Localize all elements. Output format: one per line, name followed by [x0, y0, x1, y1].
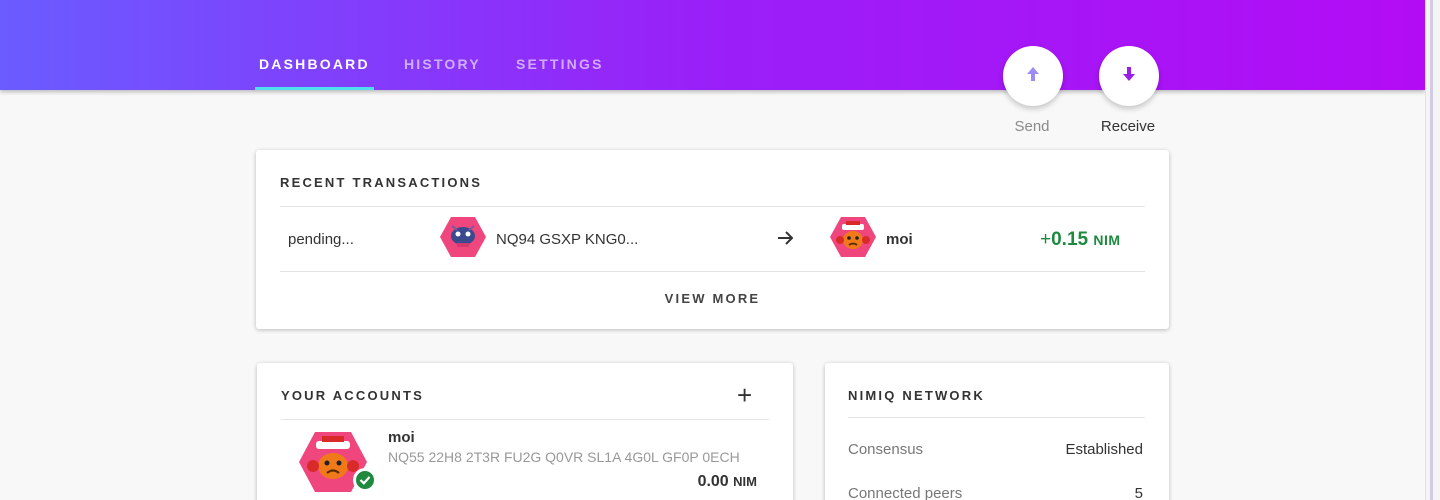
connected-peers-value: 5 — [1134, 485, 1143, 500]
amount-sign: + — [1040, 229, 1052, 250]
arrow-right-icon — [776, 228, 796, 253]
active-tab-indicator — [255, 87, 374, 90]
connected-peers-label: Connected peers — [848, 485, 963, 500]
recent-transactions-title: RECENT TRANSACTIONS — [280, 175, 483, 190]
tab-settings[interactable]: SETTINGS — [516, 56, 604, 72]
transaction-status: pending... — [288, 231, 354, 248]
account-balance: 0.00 NIM — [698, 473, 757, 491]
balance-value: 0.00 — [697, 473, 729, 490]
divider — [281, 419, 769, 420]
app-header — [0, 0, 1425, 90]
nimiq-network-card: NIMIQ NETWORK Consensus Established Conn… — [825, 363, 1169, 500]
sender-identicon — [440, 216, 486, 263]
verified-check-icon — [352, 467, 378, 498]
consensus-label: Consensus — [848, 441, 924, 458]
add-account-button[interactable]: + — [737, 382, 752, 408]
arrow-up-icon — [1025, 66, 1041, 87]
your-accounts-title: YOUR ACCOUNTS — [281, 388, 424, 403]
recent-transactions-card: RECENT TRANSACTIONS pending... NQ94 GSXP… — [256, 150, 1169, 329]
amount-unit: NIM — [1093, 232, 1121, 248]
account-address: NQ55 22H8 2T3R FU2G Q0VR SL1A 4G0L GF0P … — [388, 449, 740, 465]
your-accounts-card: YOUR ACCOUNTS + moi NQ55 22H8 2T3R FU2G … — [257, 363, 793, 500]
divider — [848, 417, 1145, 418]
send-button[interactable] — [1003, 46, 1063, 106]
recipient-identicon — [830, 216, 876, 263]
divider — [280, 271, 1145, 272]
scrollbar-track-accent — [1428, 0, 1436, 500]
transaction-sender-address: NQ94 GSXP KNG0... — [496, 231, 639, 248]
view-more-button[interactable]: VIEW MORE — [256, 291, 1169, 306]
nimiq-network-title: NIMIQ NETWORK — [848, 388, 985, 403]
arrow-down-icon — [1121, 66, 1137, 87]
receive-button[interactable] — [1099, 46, 1159, 106]
tab-history[interactable]: HISTORY — [404, 56, 481, 72]
amount-value: 0.15 — [1051, 229, 1089, 250]
transaction-recipient-name: moi — [886, 231, 913, 248]
send-label: Send — [1014, 118, 1050, 135]
transaction-amount: +0.15 NIM — [1040, 229, 1121, 251]
account-name: moi — [388, 429, 415, 446]
balance-unit: NIM — [733, 474, 757, 489]
consensus-value: Established — [1065, 441, 1143, 458]
receive-label: Receive — [1100, 118, 1156, 135]
divider — [280, 206, 1145, 207]
tab-dashboard[interactable]: DASHBOARD — [259, 56, 370, 72]
